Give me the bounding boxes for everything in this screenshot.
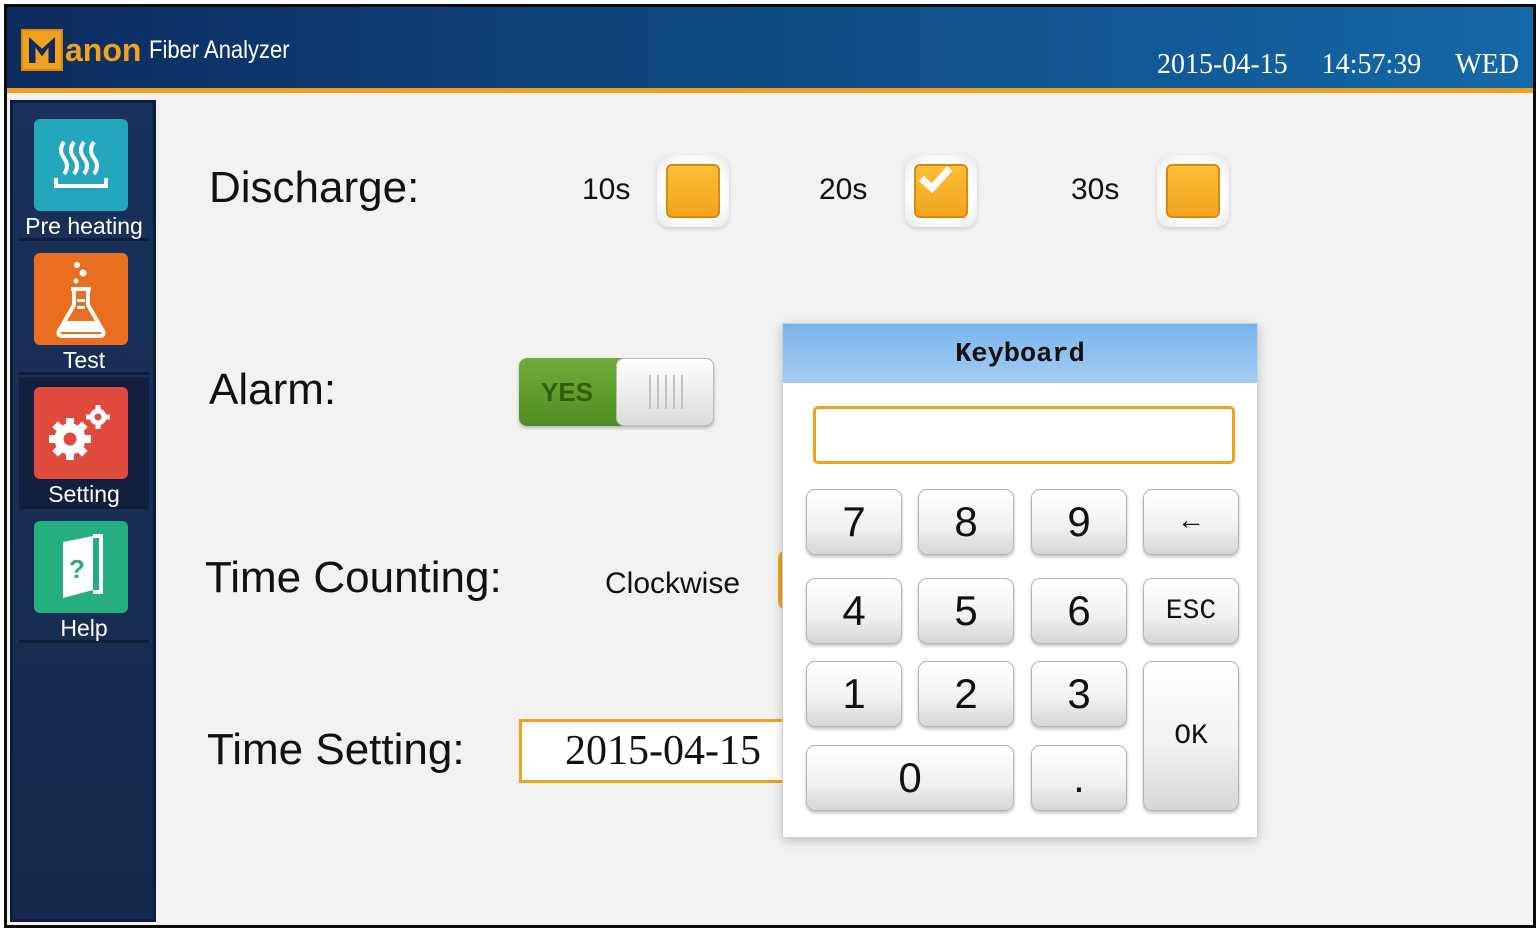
key-2[interactable]: 2 xyxy=(918,661,1014,727)
header-bar: anon Fiber Analyzer 2015-04-15 14:57:39 … xyxy=(7,7,1533,93)
key-dot[interactable]: . xyxy=(1031,745,1127,811)
sidebar-item-setting[interactable]: Setting xyxy=(19,377,149,509)
gears-icon xyxy=(34,387,128,479)
app-title: Fiber Analyzer xyxy=(149,35,291,64)
key-1[interactable]: 1 xyxy=(806,661,902,727)
time-setting-input[interactable]: 2015-04-15 xyxy=(519,719,819,783)
discharge-label: Discharge: xyxy=(209,163,420,212)
time-text: 14:57:39 xyxy=(1321,49,1422,80)
logo-mark-icon xyxy=(21,29,63,71)
key-9[interactable]: 9 xyxy=(1031,489,1127,555)
sidebar-item-label: Setting xyxy=(48,481,120,507)
keyboard-input[interactable] xyxy=(813,406,1235,464)
discharge-option-10s-label: 10s xyxy=(582,173,631,206)
datetime-display: 2015-04-15 14:57:39 WED xyxy=(1157,49,1519,81)
esc-key[interactable]: ESC xyxy=(1143,578,1239,644)
toggle-state-text: YES xyxy=(540,377,594,407)
logo: anon Fiber Analyzer xyxy=(21,27,309,73)
sidebar-item-label: Help xyxy=(60,615,108,641)
alarm-toggle[interactable]: YES xyxy=(519,358,714,426)
app-window: anon Fiber Analyzer 2015-04-15 14:57:39 … xyxy=(4,4,1536,928)
help-book-icon: ? xyxy=(34,521,128,613)
flask-icon xyxy=(34,253,128,345)
discharge-20s-checkbox[interactable] xyxy=(905,155,977,227)
key-5[interactable]: 5 xyxy=(918,578,1014,644)
date-text: 2015-04-15 xyxy=(1157,49,1288,80)
clockwise-label: Clockwise xyxy=(605,567,741,600)
alarm-label: Alarm: xyxy=(209,365,337,414)
sidebar-item-label: Test xyxy=(62,347,106,373)
discharge-30s-checkbox[interactable] xyxy=(1157,155,1229,227)
sidebar-item-label: Pre heating xyxy=(25,213,143,239)
sidebar-item-help[interactable]: ? Help xyxy=(19,511,149,643)
backspace-key[interactable]: ← xyxy=(1143,489,1239,555)
key-4[interactable]: 4 xyxy=(806,578,902,644)
key-7[interactable]: 7 xyxy=(806,489,902,555)
svg-text:?: ? xyxy=(69,554,85,584)
logo-text: anon xyxy=(65,31,142,68)
heating-icon xyxy=(34,119,128,211)
discharge-option-30s-label: 30s xyxy=(1071,173,1120,206)
key-0[interactable]: 0 xyxy=(806,745,1014,811)
toggle-knob xyxy=(616,358,714,426)
time-counting-label: Time Counting: xyxy=(205,553,502,602)
key-8[interactable]: 8 xyxy=(918,489,1014,555)
keyboard-title: Keyboard xyxy=(783,324,1257,383)
ok-key[interactable]: OK xyxy=(1143,661,1239,811)
sidebar-item-pre-heating[interactable]: Pre heating xyxy=(19,109,149,241)
key-6[interactable]: 6 xyxy=(1031,578,1127,644)
weekday-text: WED xyxy=(1455,49,1519,80)
discharge-option-20s-label: 20s xyxy=(819,173,868,206)
discharge-10s-checkbox[interactable] xyxy=(657,155,729,227)
sidebar-item-test[interactable]: Test xyxy=(19,243,149,375)
sidebar: Pre heating Test Setting ? Help xyxy=(10,100,156,922)
key-3[interactable]: 3 xyxy=(1031,661,1127,727)
keyboard-dialog: Keyboard 7 8 9 ← 4 5 6 ESC 1 2 3 OK 0 . xyxy=(782,323,1258,838)
time-setting-label: Time Setting: xyxy=(207,725,465,774)
